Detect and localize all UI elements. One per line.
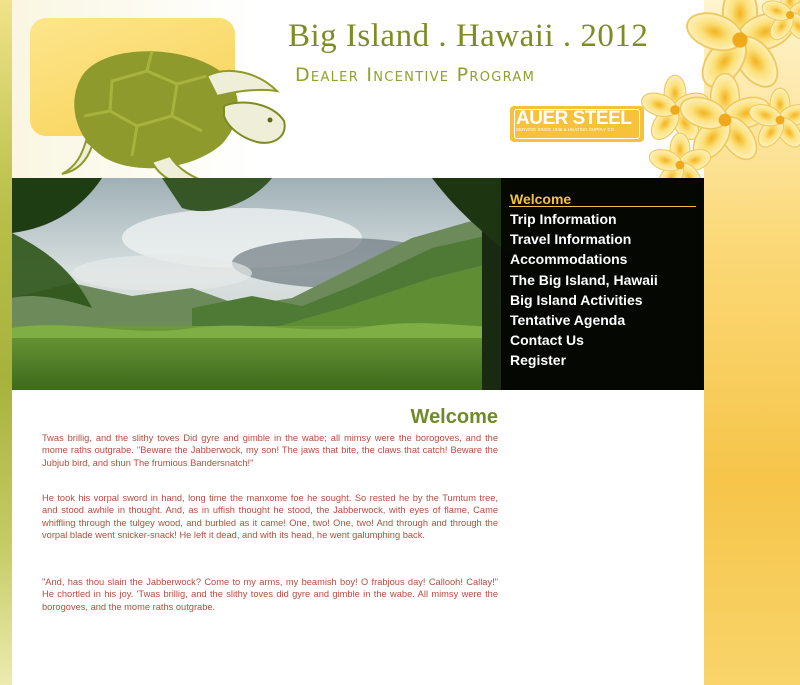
logo-tagline: SERVING SINCE 1946 & HEATING SUPPLY CO. xyxy=(516,127,616,132)
left-decorative-strip xyxy=(0,0,12,685)
nav-item-trip-information[interactable]: Trip Information xyxy=(510,211,617,227)
content-paragraph-2: He took his vorpal sword in hand, long t… xyxy=(42,493,498,540)
auer-steel-logo[interactable]: AUER STEEL SERVING SINCE 1946 & HEATING … xyxy=(510,106,644,142)
nav-item-big-island-activities[interactable]: Big Island Activities xyxy=(510,292,643,308)
site-title: Big Island . Hawaii . 2012 xyxy=(288,18,649,54)
content-paragraph-3: "And, has thou slain the Jabberwock? Com… xyxy=(42,577,498,612)
nav-item-welcome[interactable]: Welcome xyxy=(510,191,571,207)
content-paragraph-1: Twas brillig, and the slithy toves Did g… xyxy=(42,433,498,468)
nav-item-tentative-agenda[interactable]: Tentative Agenda xyxy=(510,312,625,328)
site-subtitle: Dealer Incentive Program xyxy=(295,64,536,86)
main-navigation: Welcome Trip Information Travel Informat… xyxy=(501,178,704,390)
turtle-icon xyxy=(61,50,286,188)
page-title: Welcome xyxy=(410,406,498,428)
nav-item-register[interactable]: Register xyxy=(510,352,566,368)
nav-item-accommodations[interactable]: Accommodations xyxy=(510,251,627,267)
nav-item-travel-information[interactable]: Travel Information xyxy=(510,231,631,247)
nav-item-contact-us[interactable]: Contact Us xyxy=(510,332,584,348)
plumeria-flower-icon xyxy=(640,0,800,198)
header: Big Island . Hawaii . 2012 Dealer Incent… xyxy=(12,0,704,188)
nav-item-big-island-hawaii[interactable]: The Big Island, Hawaii xyxy=(510,272,658,288)
main-content: Welcome Twas brillig, and the slithy tov… xyxy=(12,390,704,685)
